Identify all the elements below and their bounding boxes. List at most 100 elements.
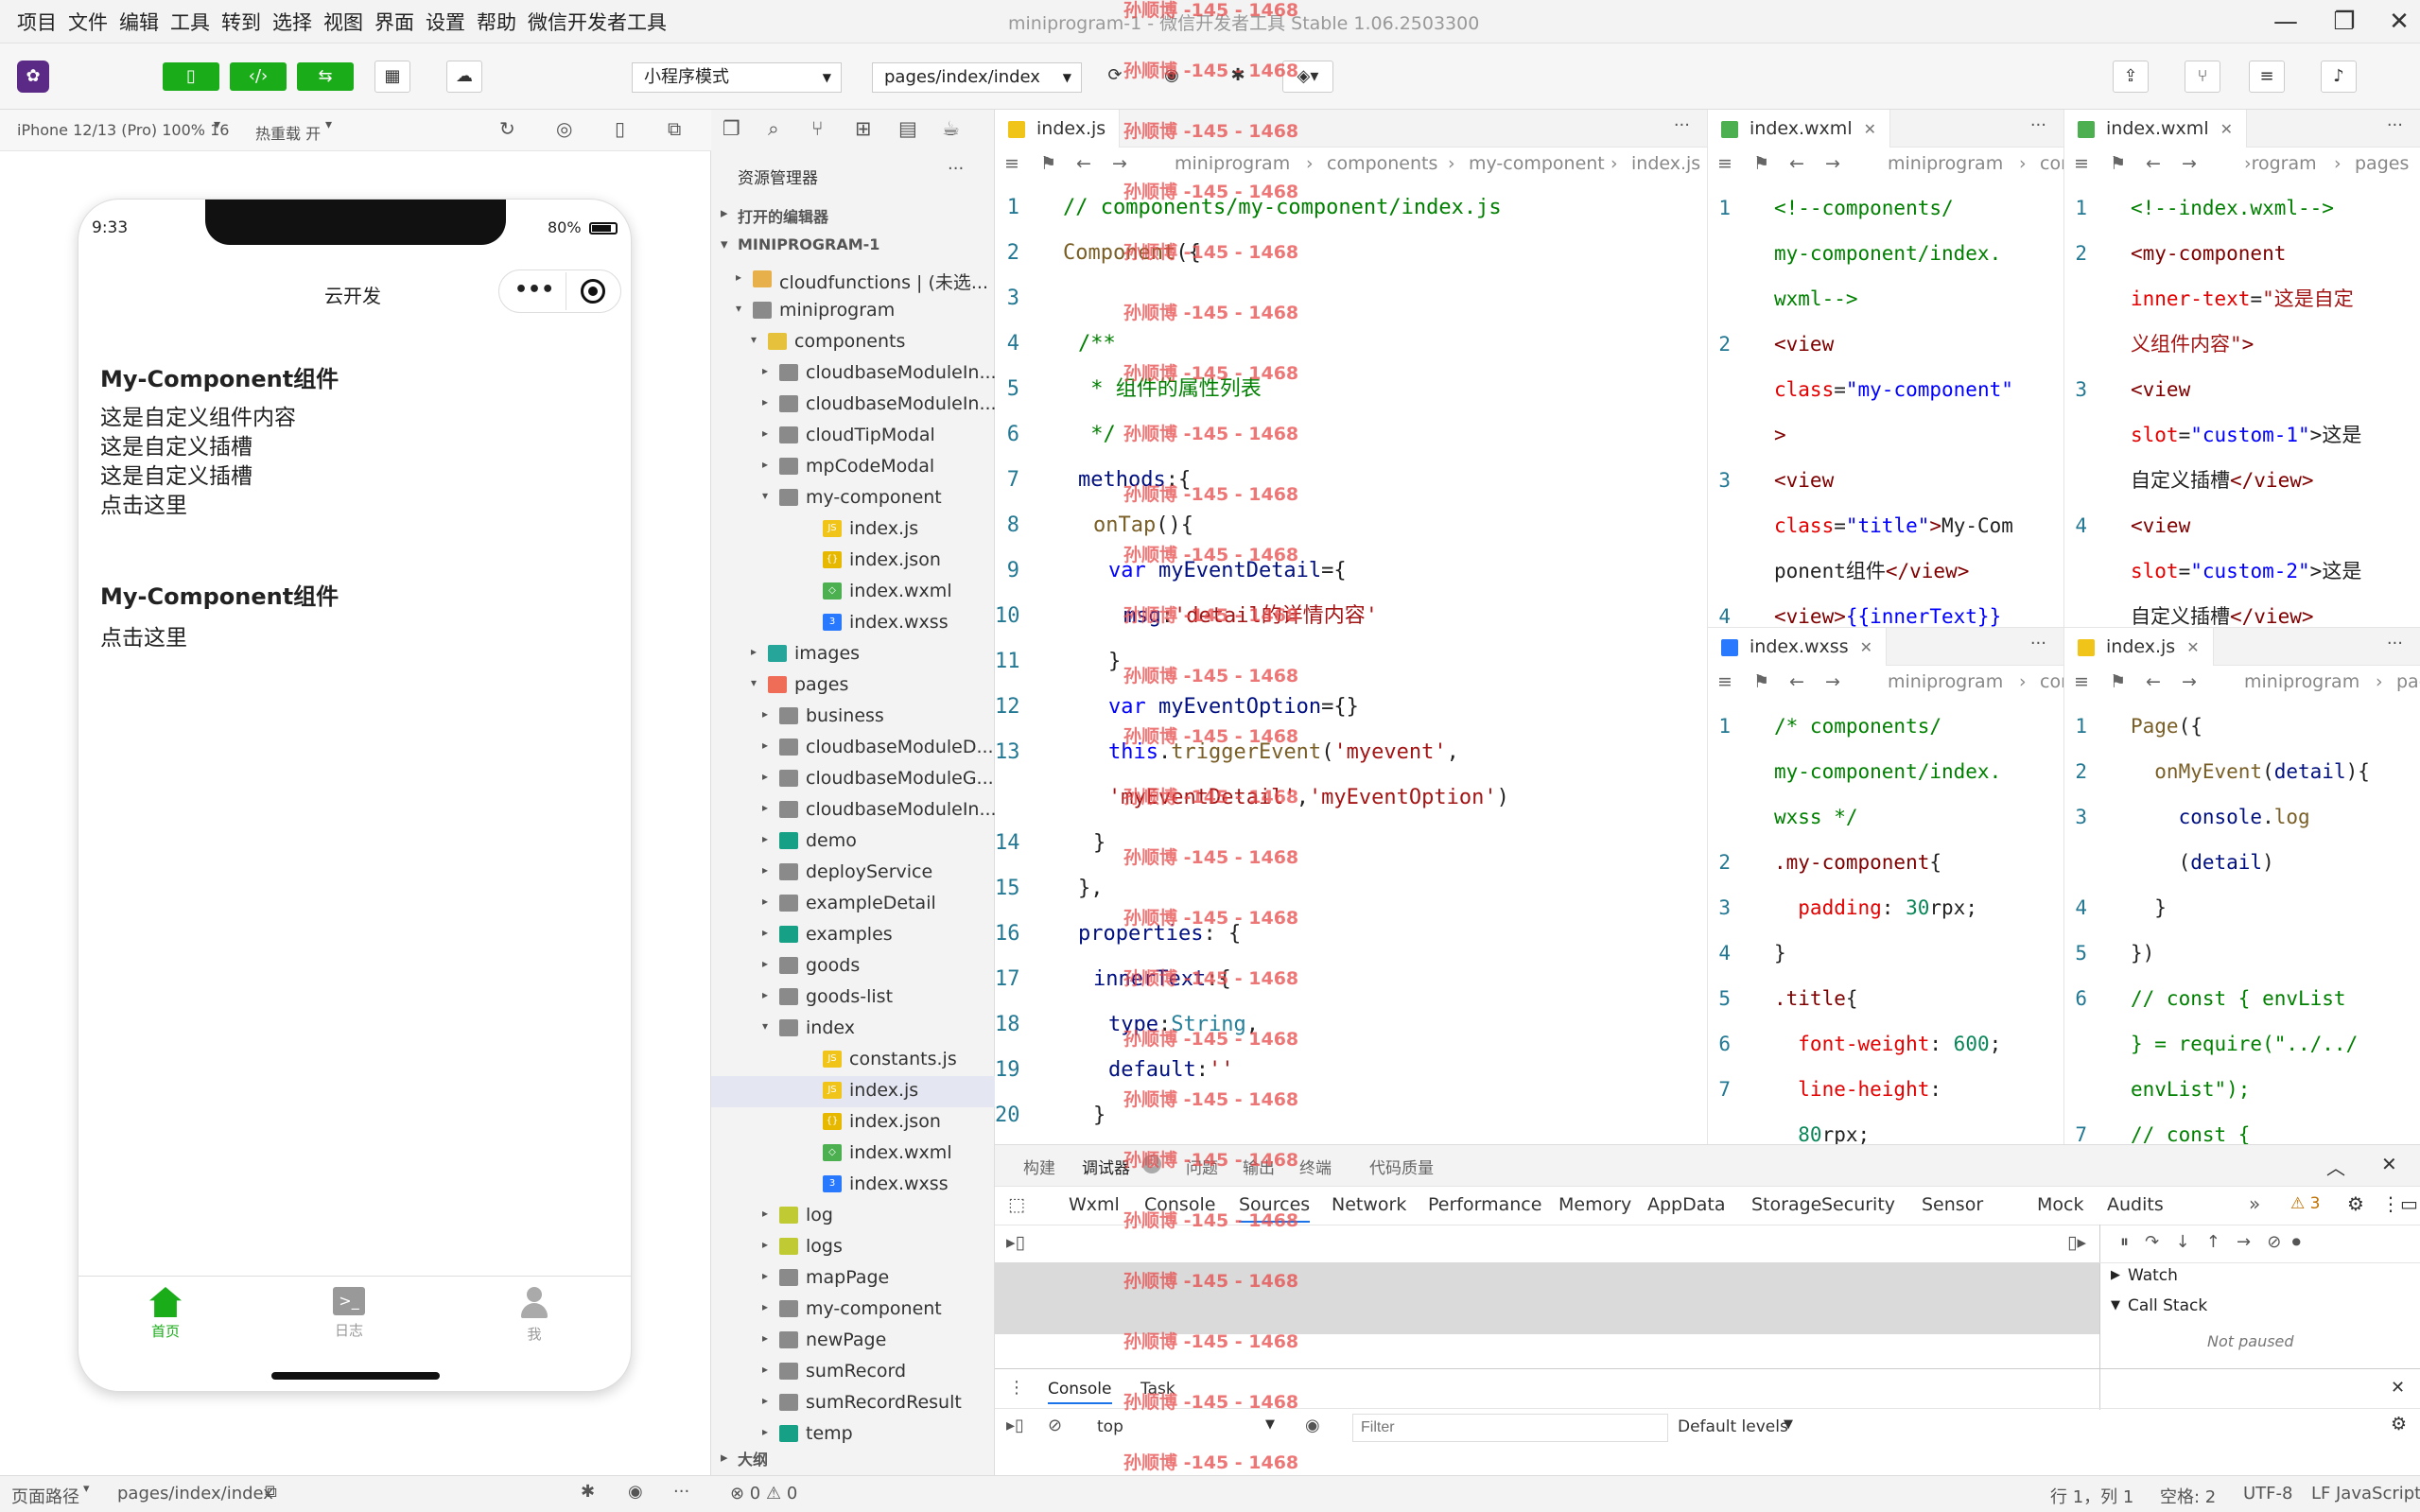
- watch-section[interactable]: Watch: [2128, 1266, 2178, 1285]
- forward-icon[interactable]: →: [1825, 671, 1840, 692]
- tree-item[interactable]: ▾ my-component: [711, 483, 995, 514]
- step-icon[interactable]: →: [2237, 1232, 2251, 1252]
- tree-item[interactable]: ▸ log: [711, 1201, 995, 1232]
- tab-editor_wxss[interactable]: index.wxss ✕: [1708, 628, 1888, 666]
- breadcrumb-item[interactable]: ›rogram: [2244, 153, 2317, 174]
- page-select[interactable]: pages/index/index ▼: [872, 62, 1082, 93]
- outline-section[interactable]: 大纲: [738, 1447, 768, 1469]
- menu-item[interactable]: 转到: [221, 8, 261, 36]
- layout-icon[interactable]: ▦: [374, 61, 410, 93]
- menu-item[interactable]: 微信开发者工具: [528, 8, 667, 36]
- eye-icon[interactable]: ◉: [628, 1482, 643, 1502]
- callstack-section[interactable]: Call Stack: [2128, 1296, 2207, 1315]
- tab-close-icon[interactable]: ✕: [2186, 638, 2199, 656]
- expand-arrow-icon[interactable]: ▸: [762, 926, 768, 939]
- tree-item[interactable]: ▸ cloudbaseModuleIn...: [711, 358, 995, 390]
- expand-arrow-icon[interactable]: ▸: [762, 1238, 768, 1251]
- bookmark-icon[interactable]: ⚑: [1753, 153, 1769, 174]
- context-select[interactable]: top: [1097, 1417, 1123, 1436]
- breadcrumb-item[interactable]: compo: [2040, 671, 2063, 692]
- inspect-icon[interactable]: ⬚: [1008, 1194, 1025, 1215]
- tab-close-icon[interactable]: ✕: [2220, 120, 2233, 138]
- collapse-arrow-icon[interactable]: ▾: [751, 333, 757, 346]
- expand-arrow-icon[interactable]: ▸: [762, 1394, 768, 1407]
- toggle-debugger-icon[interactable]: ▯▸: [2067, 1232, 2086, 1253]
- tree-item[interactable]: ▸ cloudbaseModuleIn...: [711, 795, 995, 826]
- kebab-menu-icon[interactable]: ⋮: [2381, 1192, 2400, 1215]
- indentation[interactable]: 空格: 2: [2160, 1484, 2216, 1508]
- expand-arrow-icon[interactable]: ▸: [762, 458, 768, 471]
- pause-exceptions-icon[interactable]: ⏺: [2292, 1232, 2301, 1252]
- restore-button[interactable]: ❐: [2328, 6, 2360, 38]
- expand-arrow-icon[interactable]: ▸: [762, 395, 768, 408]
- tree-item[interactable]: ◇ index.wxml: [711, 577, 995, 608]
- cloud-icon[interactable]: ☁: [446, 61, 482, 93]
- collapse-arrow-icon[interactable]: ▾: [721, 235, 728, 252]
- breadcrumb-item[interactable]: compo: [2040, 153, 2063, 174]
- cloud-tool-icon[interactable]: ☕: [942, 117, 960, 140]
- breadcrumb-item[interactable]: miniprogram: [2244, 671, 2359, 692]
- bug-icon[interactable]: ✱: [581, 1482, 595, 1502]
- details-menu-icon[interactable]: ≡: [2249, 61, 2285, 93]
- tree-item[interactable]: ▾ components: [711, 327, 995, 358]
- mode-select[interactable]: 小程序模式 ▼: [632, 62, 842, 93]
- project-section[interactable]: MINIPROGRAM-1: [738, 235, 879, 253]
- outline-icon[interactable]: ≡: [1717, 153, 1732, 174]
- more-actions-icon[interactable]: ···: [2387, 115, 2403, 135]
- sidebar-toggle-icon[interactable]: ▸▯: [1006, 1416, 1024, 1435]
- tree-item[interactable]: JS index.js: [711, 1076, 995, 1107]
- debugger-top-tab[interactable]: 构建: [1023, 1155, 1055, 1178]
- devtools-tab-wxml[interactable]: Wxml: [1069, 1194, 1120, 1215]
- rotate-icon[interactable]: ↻: [499, 117, 515, 140]
- search-icon[interactable]: ⌕: [768, 117, 779, 141]
- close-capsule-icon[interactable]: [581, 279, 605, 304]
- tabbar-log[interactable]: >_ 日志: [321, 1287, 377, 1340]
- expand-arrow-icon[interactable]: ▸: [762, 832, 768, 845]
- language-mode[interactable]: JavaScript: [2336, 1484, 2420, 1503]
- cursor-position[interactable]: 行 1，列 1: [2050, 1484, 2133, 1508]
- expand-arrow-icon[interactable]: ▸: [762, 988, 768, 1001]
- deactivate-breakpoints-icon[interactable]: ⊘: [2267, 1232, 2281, 1252]
- tree-item[interactable]: ▸ sumRecordResult: [711, 1388, 995, 1419]
- devtools-tab-storage[interactable]: Storage: [1751, 1194, 1821, 1215]
- tab-close-icon[interactable]: ✕: [1860, 638, 1872, 656]
- forward-icon[interactable]: →: [1112, 153, 1127, 174]
- log-levels-select[interactable]: Default levels: [1678, 1417, 1788, 1436]
- back-icon[interactable]: ←: [1789, 153, 1804, 174]
- devtools-tab-security[interactable]: Security: [1821, 1194, 1895, 1215]
- collapse-arrow-icon[interactable]: ▼: [2111, 1298, 2120, 1312]
- devtools-tab-appdata[interactable]: AppData: [1647, 1194, 1726, 1215]
- tree-item[interactable]: ▸ newPage: [711, 1326, 995, 1357]
- breadcrumb-item[interactable]: my-component: [1469, 153, 1605, 174]
- bookmark-icon[interactable]: ⚑: [2110, 671, 2126, 692]
- collapse-arrow-icon[interactable]: ▾: [762, 1019, 768, 1033]
- pause-icon[interactable]: ⏸: [2120, 1232, 2129, 1252]
- tree-item[interactable]: ▸ business: [711, 702, 995, 733]
- devtools-tab-mock[interactable]: Mock: [2037, 1194, 2083, 1215]
- tree-item[interactable]: ▸ deployService: [711, 858, 995, 889]
- debugger-toggle-button[interactable]: ⇆: [297, 62, 354, 91]
- tree-item[interactable]: ▸ logs: [711, 1232, 995, 1263]
- close-drawer-icon[interactable]: ✕: [2391, 1378, 2405, 1398]
- files-icon[interactable]: ❐: [723, 117, 740, 140]
- live-expression-eye-icon[interactable]: ◉: [1305, 1416, 1320, 1435]
- minimize-button[interactable]: —: [2270, 6, 2302, 38]
- copy-icon[interactable]: ⧉: [265, 1482, 277, 1502]
- bookmark-icon[interactable]: ⚑: [1040, 153, 1056, 174]
- collapse-arrow-icon[interactable]: ▾: [762, 489, 768, 502]
- tree-item[interactable]: {} index.json: [711, 546, 995, 577]
- breadcrumb-item[interactable]: miniprogram: [1175, 153, 1290, 174]
- breadcrumb-item[interactable]: pages: [2396, 671, 2420, 692]
- back-icon[interactable]: ←: [1076, 153, 1091, 174]
- expand-arrow-icon[interactable]: ▸: [762, 364, 768, 377]
- devtools-tab-memory[interactable]: Memory: [1558, 1194, 1631, 1215]
- capsule-menu[interactable]: •••: [498, 269, 621, 313]
- more-actions-icon[interactable]: ···: [948, 159, 964, 179]
- tree-item[interactable]: ▸ goods-list: [711, 982, 995, 1014]
- tree-item[interactable]: ▾ index: [711, 1014, 995, 1045]
- drawer-menu-icon[interactable]: ⋮: [1008, 1378, 1025, 1398]
- menu-item[interactable]: 文件: [68, 8, 108, 36]
- back-icon[interactable]: ←: [1789, 671, 1804, 692]
- tree-item[interactable]: JS index.js: [711, 514, 995, 546]
- avatar[interactable]: ✿: [17, 61, 49, 93]
